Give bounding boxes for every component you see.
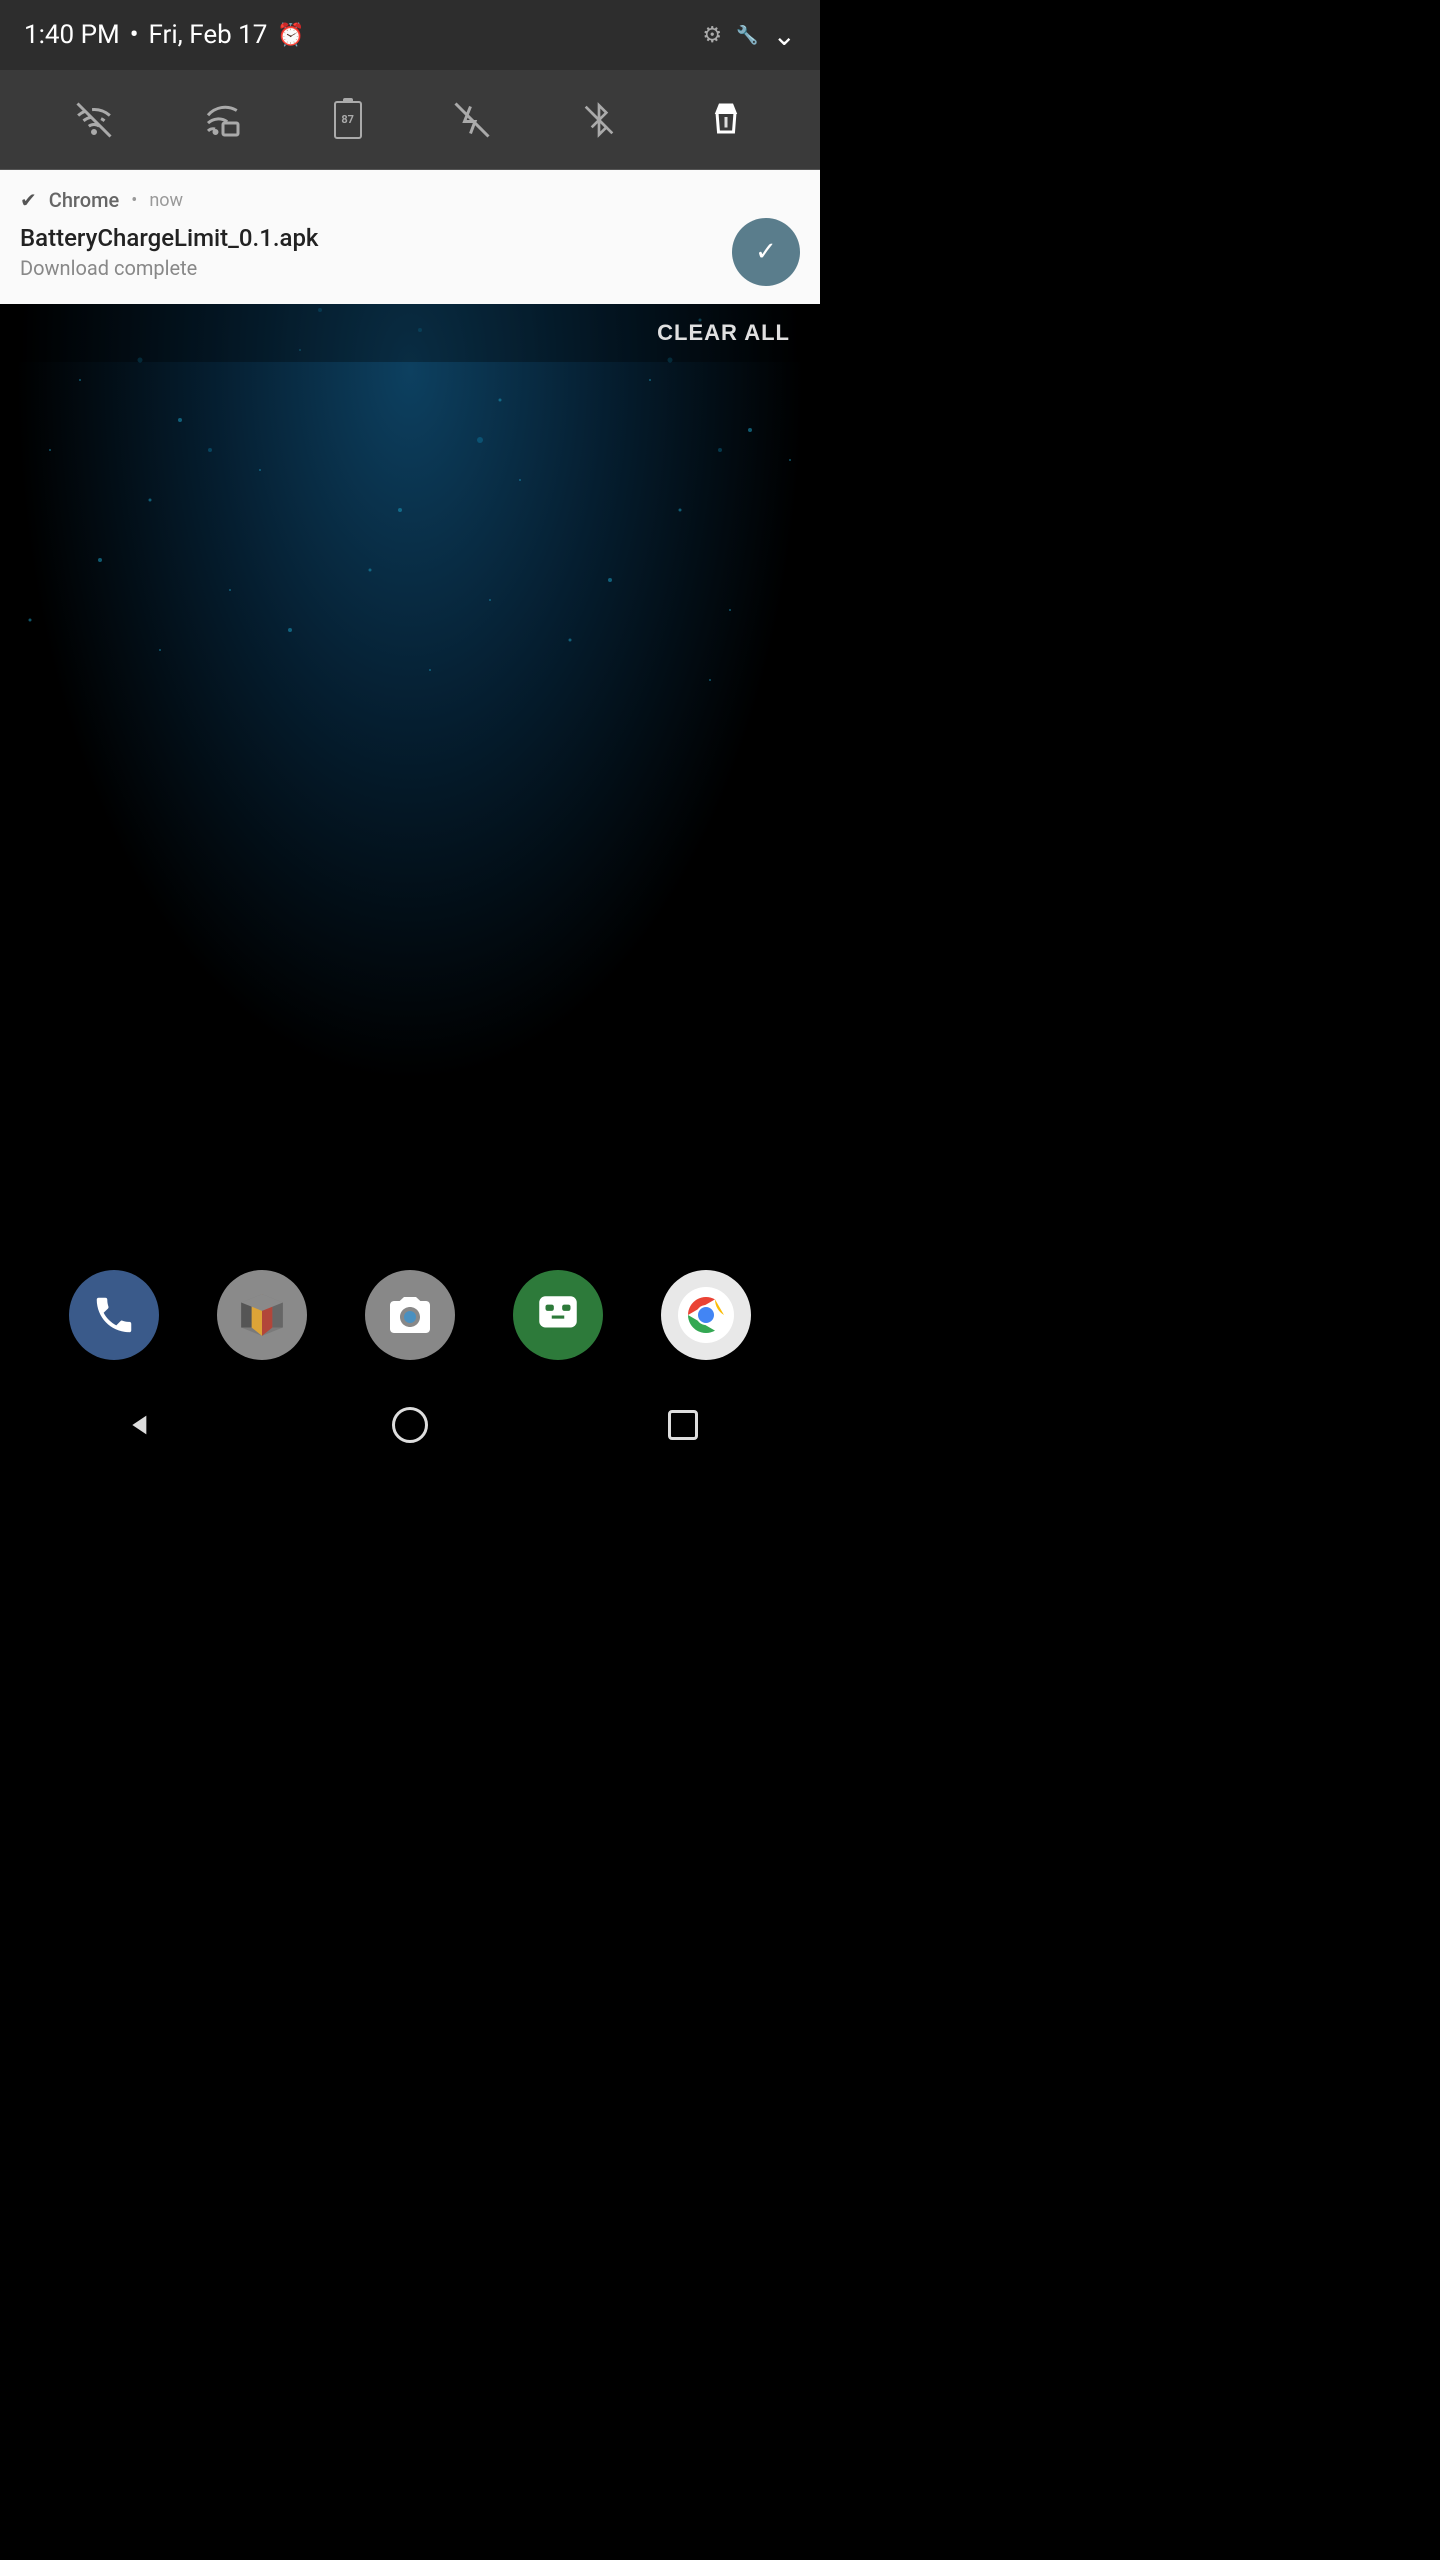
home-circle [392, 1407, 428, 1443]
bluetooth-toggle[interactable] [583, 102, 615, 138]
notification-subtitle: Download complete [20, 256, 732, 280]
cast-toggle[interactable] [205, 102, 241, 138]
quick-settings-panel: 87 [0, 70, 820, 170]
clear-all-button[interactable]: CLEAR ALL [657, 320, 790, 346]
battery-level-text: 87 [341, 113, 354, 126]
dock-chrome-app[interactable] [661, 1270, 751, 1360]
back-button[interactable] [107, 1395, 167, 1455]
battery-indicator: 87 [334, 101, 362, 139]
notification-app-name: Chrome [49, 188, 119, 212]
expand-icon[interactable]: ⌄ [773, 19, 796, 52]
notification-header: ✔ Chrome • now [20, 188, 800, 212]
clear-all-row: CLEAR ALL [0, 304, 820, 362]
notification-body: BatteryChargeLimit_0.1.apk Download comp… [20, 218, 800, 286]
notif-separator: • [131, 190, 137, 211]
dock-phone-app[interactable] [69, 1270, 159, 1360]
navigation-bar [0, 1370, 820, 1480]
notification-panel: ✔ Chrome • now BatteryChargeLimit_0.1.ap… [0, 170, 820, 304]
dock-hangouts-app[interactable] [513, 1270, 603, 1360]
flashlight-toggle[interactable] [708, 102, 744, 138]
status-time: 1:40 PM [24, 20, 120, 50]
dock-maps-app[interactable] [217, 1270, 307, 1360]
home-button[interactable] [380, 1395, 440, 1455]
flash-toggle[interactable] [454, 102, 490, 138]
status-right: ⚙ 🔧 ⌄ [702, 19, 796, 52]
app-dock [0, 1270, 820, 1360]
notification-text: BatteryChargeLimit_0.1.apk Download comp… [20, 224, 732, 280]
recents-square [668, 1410, 698, 1440]
download-complete-icon: ✓ [755, 237, 777, 267]
status-separator: • [130, 20, 139, 50]
status-bar: 1:40 PM • Fri, Feb 17 ⏰ ⚙ 🔧 ⌄ [0, 0, 820, 70]
wifi-toggle[interactable] [76, 102, 112, 138]
wallpaper-section [0, 362, 820, 1122]
alarm-icon: ⏰ [277, 23, 304, 48]
status-left: 1:40 PM • Fri, Feb 17 ⏰ [24, 20, 305, 50]
notification-time: now [149, 190, 183, 211]
recents-button[interactable] [653, 1395, 713, 1455]
status-date: Fri, Feb 17 [148, 20, 267, 50]
dock-camera-app[interactable] [365, 1270, 455, 1360]
notification-title: BatteryChargeLimit_0.1.apk [20, 224, 732, 252]
chrome-notif-icon: ✔ [20, 188, 37, 212]
notification-action-button[interactable]: ✓ [732, 218, 800, 286]
wrench-icon: 🔧 [736, 25, 758, 46]
settings-icon[interactable]: ⚙ [702, 23, 722, 48]
